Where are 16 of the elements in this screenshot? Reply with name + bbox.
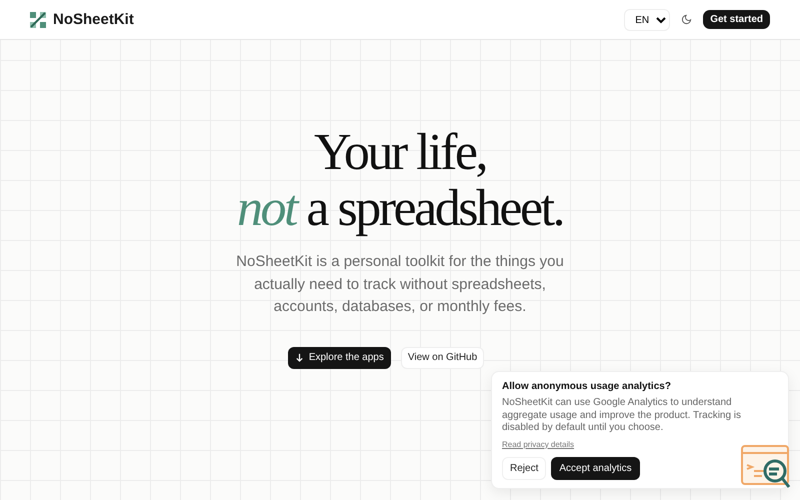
language-select[interactable]: EN <box>624 8 670 30</box>
moon-icon <box>681 14 692 25</box>
github-button[interactable]: View on GitHub <box>400 346 484 368</box>
brand-name: NoSheetKit <box>53 11 134 28</box>
arrow-down-icon <box>294 353 304 362</box>
accept-button[interactable]: Accept analytics <box>551 456 640 480</box>
privacy-link[interactable]: Read privacy details <box>502 440 574 448</box>
consent-text: NoSheetKit can use Google Analytics to understand aggregate usage and improve the product. Tracking is disabled by default until you choose. <box>502 397 742 434</box>
reject-button[interactable]: Reject <box>502 456 546 480</box>
headline: Your life, not a spreadsheet. <box>236 125 564 237</box>
explore-button[interactable]: Explore the apps <box>288 346 391 368</box>
window-search-icon[interactable] <box>741 445 791 490</box>
logo-icon <box>30 12 46 28</box>
get-started-button[interactable]: Get started <box>703 10 770 29</box>
consent-title: Allow anonymous usage analytics? <box>502 381 672 392</box>
hero-description: NoSheetKit is a personal toolkit for the things you actually need to track without spreadsheets, accounts, databases, or monthly fees. <box>235 252 565 317</box>
